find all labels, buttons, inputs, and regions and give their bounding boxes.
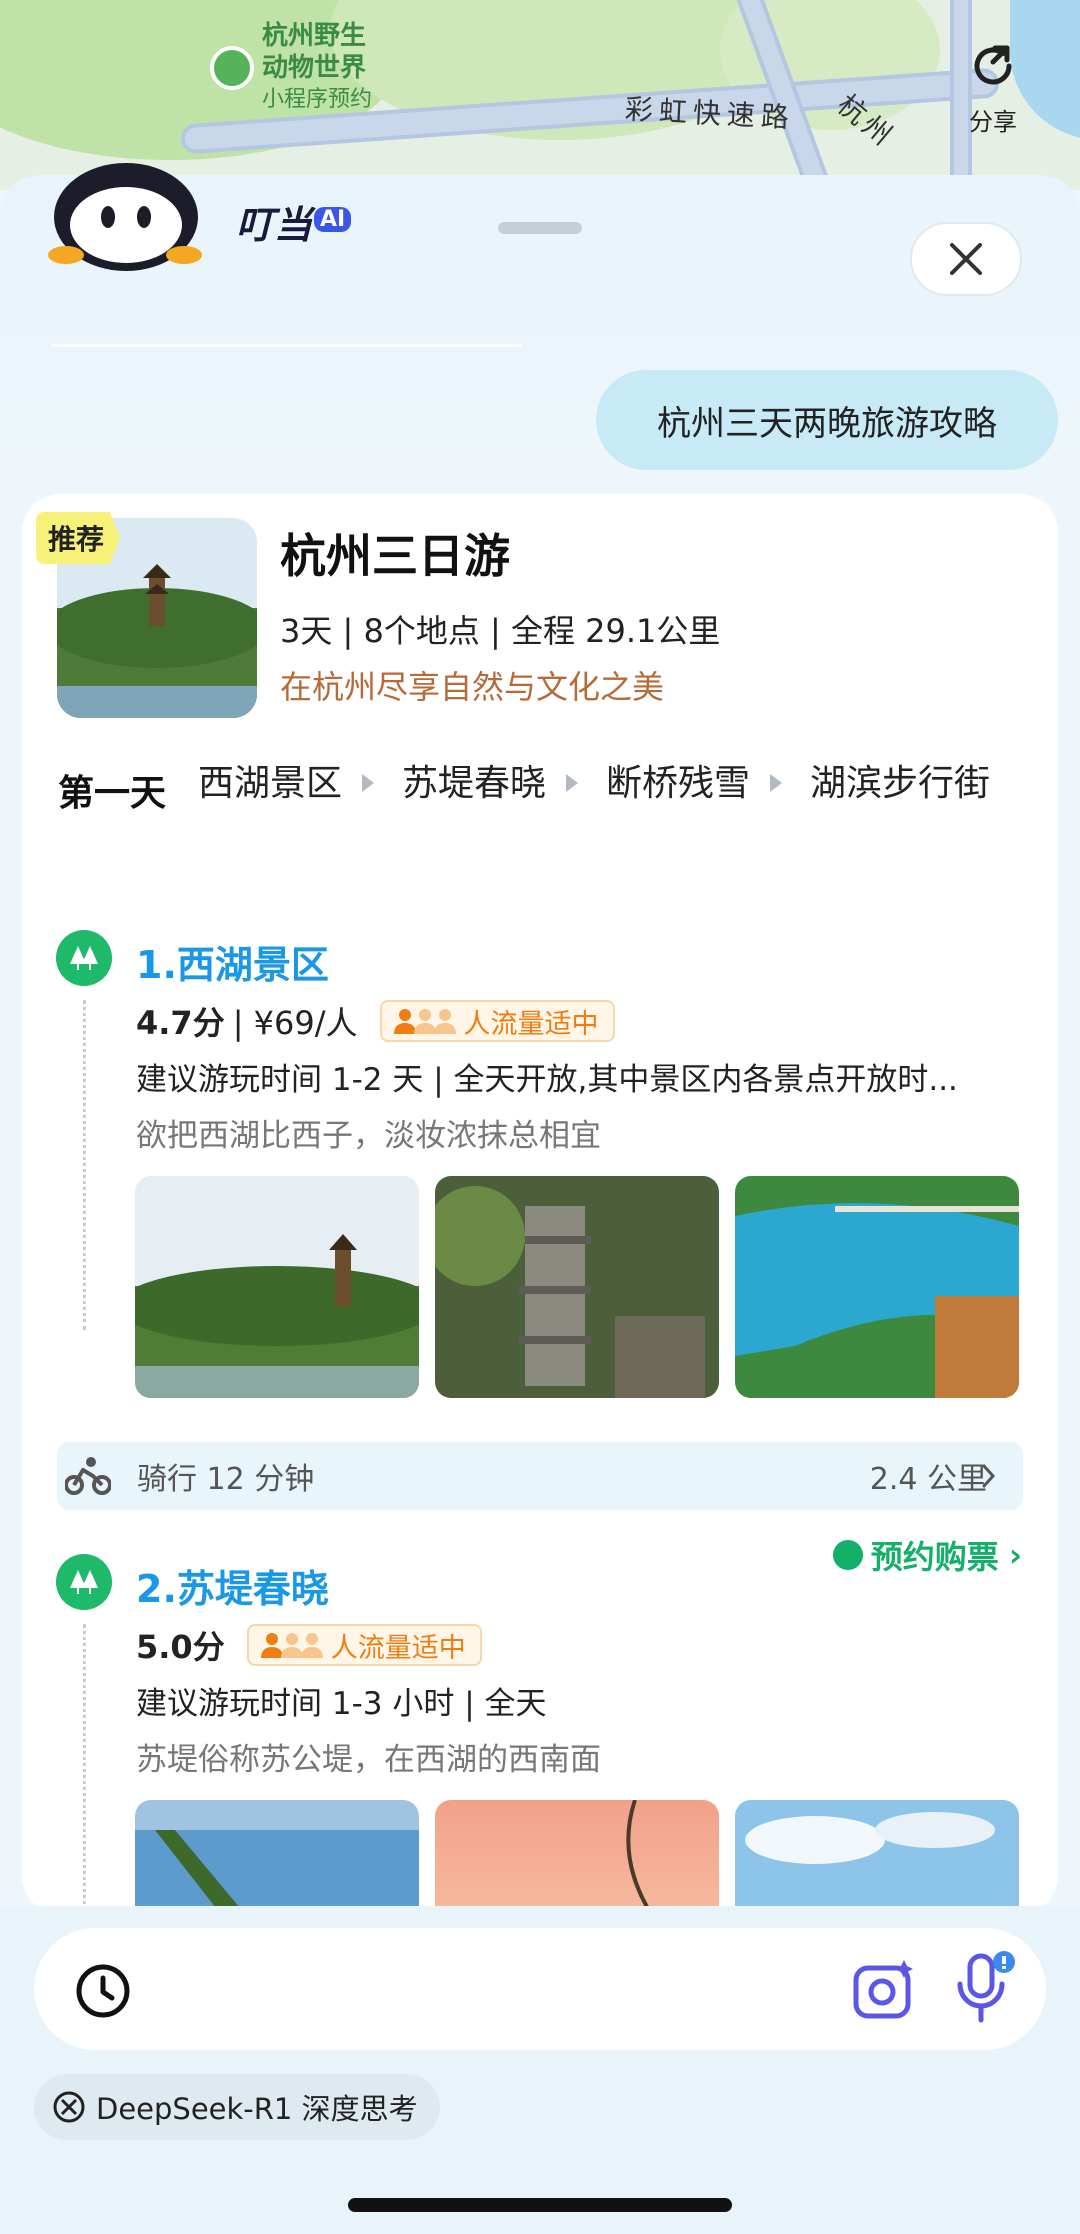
timeline-line xyxy=(83,1000,86,1330)
spot-photos xyxy=(135,1800,1019,1914)
spot-description: 欲把西湖比西子，淡妆浓抹总相宜 xyxy=(136,1118,601,1154)
poi-name-1: 杭州野生 xyxy=(262,21,367,51)
brand-name: 叮当 xyxy=(236,203,313,247)
trip-slogan: 在杭州尽享自然与文化之美 xyxy=(280,668,665,706)
spot-photo[interactable] xyxy=(735,1176,1019,1398)
ride-route-bar[interactable]: 骑行 12 分钟 2.4 公里 xyxy=(57,1442,1023,1510)
scenic-spot-icon xyxy=(56,1554,112,1610)
spot-photo[interactable] xyxy=(435,1176,719,1398)
drag-handle[interactable] xyxy=(498,222,582,234)
ride-distance: 2.4 公里 xyxy=(869,1462,987,1497)
deepseek-icon xyxy=(53,2091,85,2123)
mascot-icon xyxy=(48,163,202,271)
crowd-label: 人流量适中 xyxy=(330,1632,466,1664)
scenic-spot-icon xyxy=(56,930,112,986)
recommend-tag: 推荐 xyxy=(36,512,121,564)
day-stop[interactable]: 西湖景区 xyxy=(198,750,342,818)
spot-photo[interactable] xyxy=(135,1176,419,1398)
trip-card[interactable]: 推荐 杭州三日游 3天 | 8个地点 | 全程 29.1公里 在杭州尽享自然与文… xyxy=(22,494,1058,1914)
microphone-icon[interactable] xyxy=(952,1950,1016,2026)
map-pin-icon xyxy=(210,46,254,90)
brand-ai-badge: AI xyxy=(314,207,352,232)
link-icon xyxy=(832,1540,863,1570)
spot-advice: 建议游玩时间 1-2 天 | 全天开放,其中景区内各景点开放时... xyxy=(136,1062,958,1098)
book-ticket-link[interactable]: 预约购票 › xyxy=(832,1532,1022,1578)
home-indicator[interactable] xyxy=(348,2198,732,2212)
crowd-label: 人流量适中 xyxy=(463,1008,599,1040)
bike-icon xyxy=(65,1457,111,1495)
spot-price: | ¥69/人 xyxy=(232,1004,358,1042)
spot-score: 5.0分 xyxy=(136,1628,225,1666)
spot-score: 4.7分 xyxy=(136,1004,225,1042)
people-icon xyxy=(260,1632,323,1658)
close-button[interactable] xyxy=(910,222,1022,296)
spot-photo[interactable] xyxy=(435,1800,719,1914)
chat-input-bar[interactable] xyxy=(34,1928,1046,2050)
spot-description: 苏堤俗称苏公堤，在西湖的西南面 xyxy=(136,1742,601,1778)
trip-title: 杭州三日游 xyxy=(280,529,510,583)
spot-title[interactable]: 2.苏堤春晓 xyxy=(136,1558,329,1613)
day-stops: 西湖景区 苏堤春晓 断桥残雪 湖滨步行街 xyxy=(198,750,1038,818)
timeline-line xyxy=(83,1624,86,1914)
day-stop[interactable]: 湖滨步行街 xyxy=(810,750,990,818)
day-stop[interactable]: 苏堤春晓 xyxy=(402,750,546,818)
deepseek-model-toggle[interactable]: DeepSeek-R1 深度思考 xyxy=(34,2074,440,2140)
chevron-right-icon: › xyxy=(1008,1536,1022,1574)
ride-label: 骑行 12 分钟 xyxy=(137,1462,315,1497)
user-message-bubble: 杭州三天两晚旅游攻略 xyxy=(596,370,1058,470)
arrow-right-icon xyxy=(770,774,783,792)
camera-icon[interactable] xyxy=(852,1958,916,2022)
poi-name-2: 动物世界 xyxy=(262,53,367,83)
share-label: 分享 xyxy=(969,108,1017,136)
model-chip-label: DeepSeek-R1 深度思考 xyxy=(96,2092,418,2126)
crowd-badge: 人流量适中 xyxy=(379,1000,615,1042)
spot-rating-row: 5.0分 人流量适中 xyxy=(136,1622,482,1668)
day-stop[interactable]: 断桥残雪 xyxy=(606,750,750,818)
spot-photos xyxy=(135,1176,1019,1398)
chevron-right-icon xyxy=(982,1464,996,1488)
trip-meta: 3天 | 8个地点 | 全程 29.1公里 xyxy=(280,612,721,650)
history-icon[interactable] xyxy=(74,1962,132,2020)
brand-logo: 叮当 AI xyxy=(236,194,352,249)
day-label: 第一天 xyxy=(58,773,167,814)
arrow-right-icon xyxy=(566,774,579,792)
share-icon xyxy=(974,45,1012,85)
spot-photo[interactable] xyxy=(735,1800,1019,1914)
arrow-right-icon xyxy=(362,774,375,792)
poi-sub: 小程序预约 xyxy=(262,87,373,112)
share-button[interactable]: 分享 xyxy=(958,38,1028,137)
spot-photo[interactable] xyxy=(135,1800,419,1914)
map-poi-zoo[interactable]: 杭州野生 动物世界 小程序预约 xyxy=(210,20,372,116)
ticket-label: 预约购票 xyxy=(870,1538,999,1576)
people-icon xyxy=(393,1008,456,1034)
spot-title[interactable]: 1.西湖景区 xyxy=(136,934,329,989)
spot-advice: 建议游玩时间 1-3 小时 | 全天 xyxy=(136,1686,547,1722)
spot-rating-row: 4.7分 | ¥69/人 人流量适中 xyxy=(136,998,615,1044)
crowd-badge: 人流量适中 xyxy=(246,1624,482,1666)
close-icon xyxy=(950,243,982,275)
user-message-text: 杭州三天两晚旅游攻略 xyxy=(657,403,997,444)
divider xyxy=(52,344,522,347)
